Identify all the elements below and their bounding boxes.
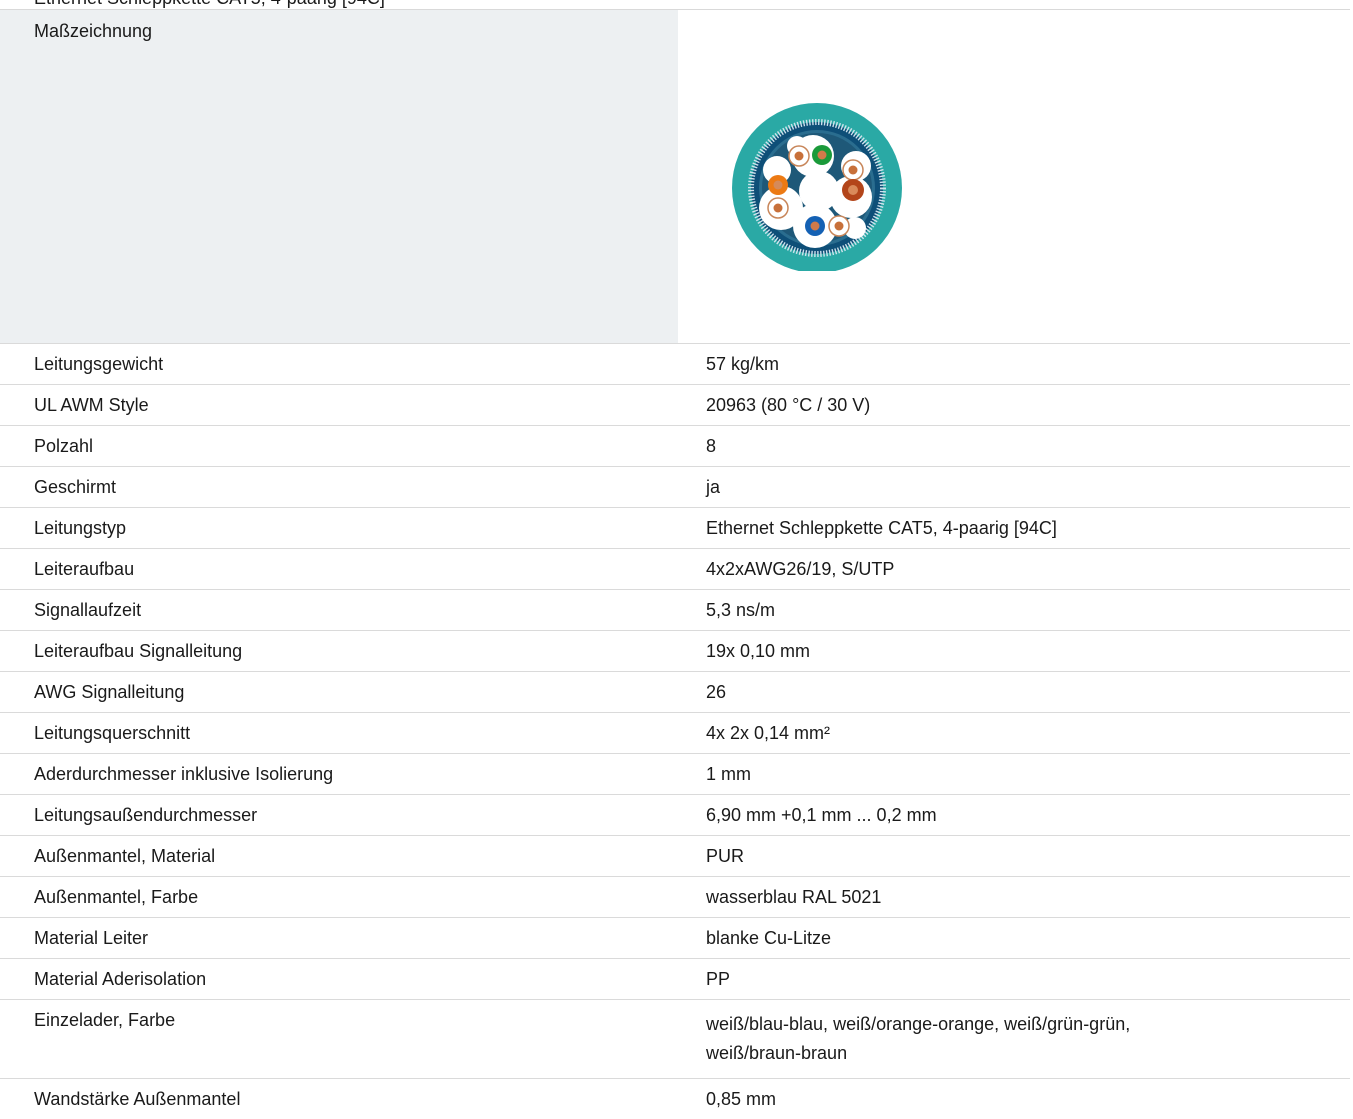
drawing-label: Maßzeichnung xyxy=(0,10,678,344)
spec-value: 5,3 ns/m xyxy=(678,590,1350,631)
spec-label: Einzelader, Farbe xyxy=(0,1000,678,1079)
spec-label: Leitungsaußendurchmesser xyxy=(0,795,678,836)
spec-row: UL AWM Style20963 (80 °C / 30 V) xyxy=(0,385,1350,426)
spec-label: Außenmantel, Farbe xyxy=(0,877,678,918)
spec-value: ja xyxy=(678,467,1350,508)
spec-row: Polzahl8 xyxy=(0,426,1350,467)
spec-row: Leiteraufbau Signalleitung19x 0,10 mm xyxy=(0,631,1350,672)
spec-row: Leitungsaußendurchmesser6,90 mm +0,1 mm … xyxy=(0,795,1350,836)
spec-value: 26 xyxy=(678,672,1350,713)
spec-table: Maßzeichnung xyxy=(0,10,1350,1119)
spec-value: PP xyxy=(678,959,1350,1000)
spec-value: 57 kg/km xyxy=(678,344,1350,385)
spec-value-line: weiß/blau-blau, weiß/orange-orange, weiß… xyxy=(706,1010,1350,1039)
drawing-cell xyxy=(678,10,1350,344)
spec-row: Geschirmtja xyxy=(0,467,1350,508)
spec-value: 19x 0,10 mm xyxy=(678,631,1350,672)
top-cut-text: Ethernet Schleppkette CAT5, 4-paarig [94… xyxy=(34,0,385,9)
cable-cross-section-image xyxy=(715,101,920,271)
spec-label: Polzahl xyxy=(0,426,678,467)
spec-label: Aderdurchmesser inklusive Isolierung xyxy=(0,754,678,795)
drawing-row: Maßzeichnung xyxy=(0,10,1350,344)
spec-value: 6,90 mm +0,1 mm ... 0,2 mm xyxy=(678,795,1350,836)
spec-value: blanke Cu-Litze xyxy=(678,918,1350,959)
spec-value: 8 xyxy=(678,426,1350,467)
spec-row: Einzelader, Farbe weiß/blau-blau, weiß/or… xyxy=(0,1000,1350,1079)
spec-value-line: weiß/braun-braun xyxy=(706,1039,1350,1068)
spec-label: Material Leiter xyxy=(0,918,678,959)
spec-row: Material AderisolationPP xyxy=(0,959,1350,1000)
spec-value: 20963 (80 °C / 30 V) xyxy=(678,385,1350,426)
spec-label: Leiteraufbau xyxy=(0,549,678,590)
spec-label: AWG Signalleitung xyxy=(0,672,678,713)
spec-label: Material Aderisolation xyxy=(0,959,678,1000)
spec-label: Signallaufzeit xyxy=(0,590,678,631)
spec-row: Wandstärke Außenmantel0,85 mm xyxy=(0,1079,1350,1119)
spec-value: wasserblau RAL 5021 xyxy=(678,877,1350,918)
spec-row: Außenmantel, Farbewasserblau RAL 5021 xyxy=(0,877,1350,918)
spec-row: Leitungsgewicht57 kg/km xyxy=(0,344,1350,385)
spec-value: 4x 2x 0,14 mm² xyxy=(678,713,1350,754)
spec-row: Material Leiterblanke Cu-Litze xyxy=(0,918,1350,959)
spec-row: AWG Signalleitung26 xyxy=(0,672,1350,713)
spec-row: Außenmantel, MaterialPUR xyxy=(0,836,1350,877)
spec-label: Außenmantel, Material xyxy=(0,836,678,877)
spec-label: Wandstärke Außenmantel xyxy=(0,1079,678,1119)
spec-row: Signallaufzeit5,3 ns/m xyxy=(0,590,1350,631)
spec-row: Aderdurchmesser inklusive Isolierung1 mm xyxy=(0,754,1350,795)
spec-value: 4x2xAWG26/19, S/UTP xyxy=(678,549,1350,590)
spec-value: 1 mm xyxy=(678,754,1350,795)
spec-row: LeitungstypEthernet Schleppkette CAT5, 4… xyxy=(0,508,1350,549)
spec-value: Ethernet Schleppkette CAT5, 4-paarig [94… xyxy=(678,508,1350,549)
spec-label: Leiteraufbau Signalleitung xyxy=(0,631,678,672)
spec-label: UL AWM Style xyxy=(0,385,678,426)
spec-value: weiß/blau-blau, weiß/orange-orange, weiß… xyxy=(678,1000,1350,1079)
spec-row: Leiteraufbau4x2xAWG26/19, S/UTP xyxy=(0,549,1350,590)
spec-label: Leitungstyp xyxy=(0,508,678,549)
spec-label: Leitungsquerschnitt xyxy=(0,713,678,754)
spec-label: Leitungsgewicht xyxy=(0,344,678,385)
spec-label: Geschirmt xyxy=(0,467,678,508)
spec-row: Leitungsquerschnitt4x 2x 0,14 mm² xyxy=(0,713,1350,754)
spec-value: PUR xyxy=(678,836,1350,877)
spec-value: 0,85 mm xyxy=(678,1079,1350,1119)
